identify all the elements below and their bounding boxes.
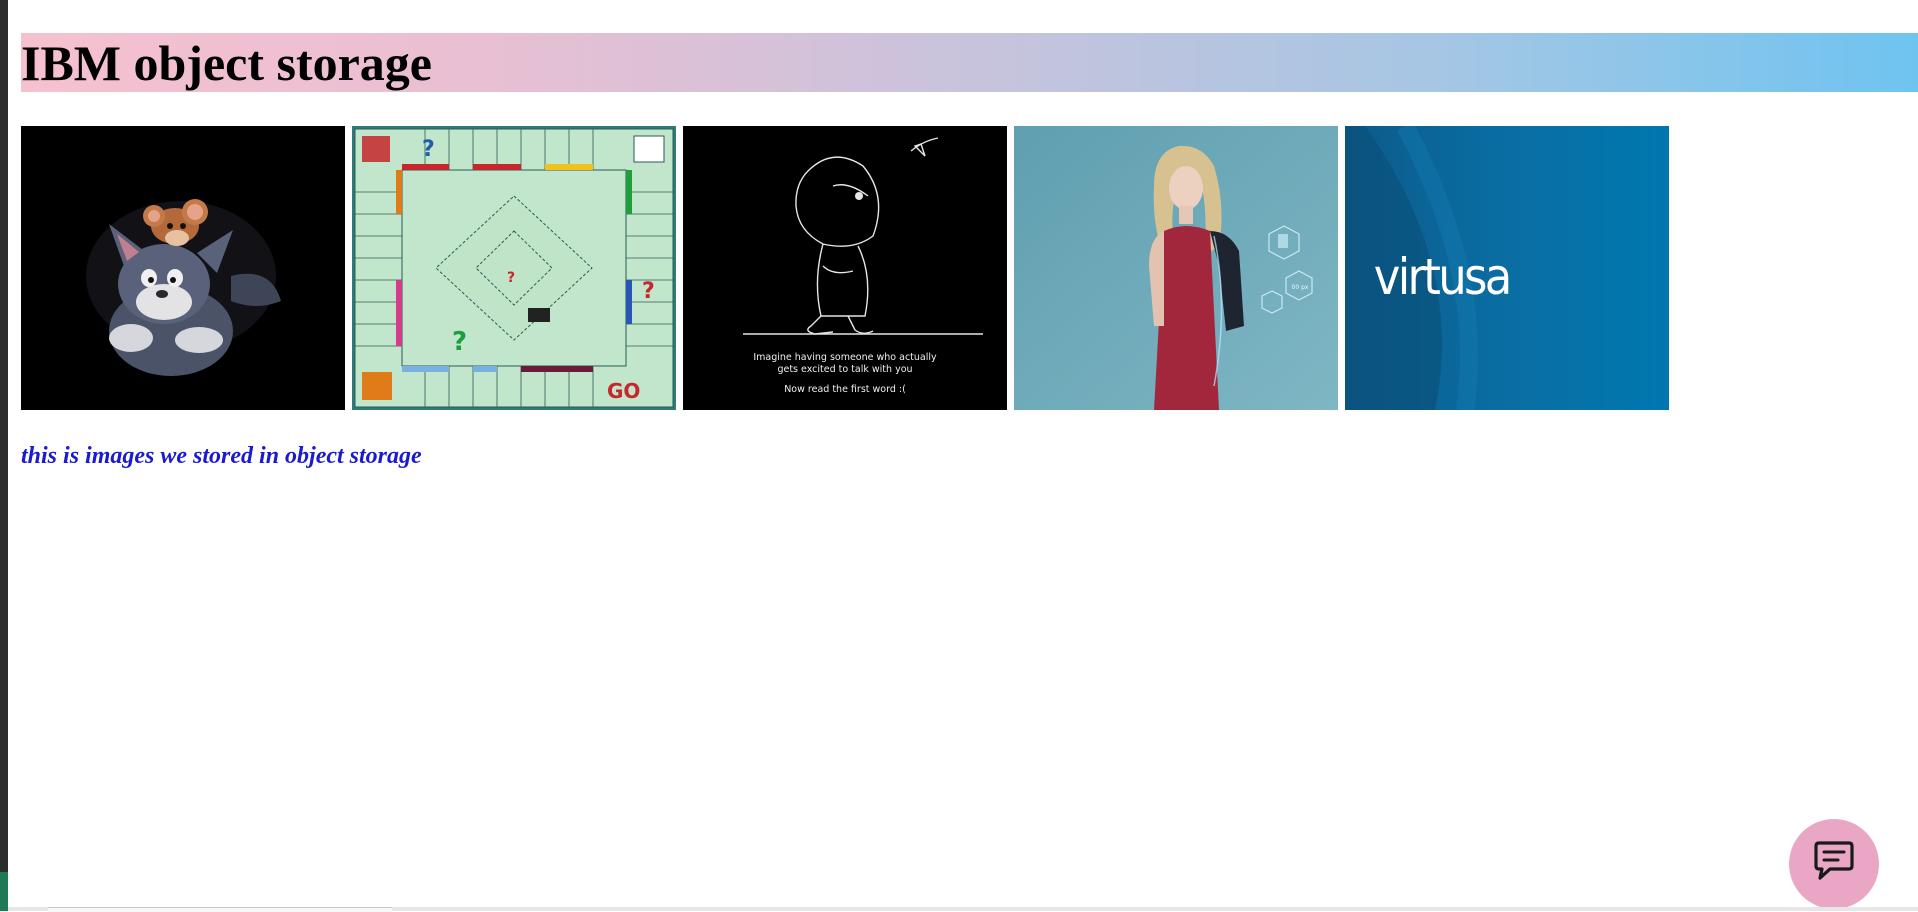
drawing-quote-line-3: Now read the first word :(	[784, 384, 906, 395]
svg-text:?: ?	[452, 327, 467, 357]
window-left-edge-accent	[0, 872, 8, 911]
svg-text:?: ?	[422, 137, 435, 162]
svg-text:?: ?	[642, 279, 655, 304]
drawing-quote-line-1: Imagine having someone who actually	[753, 352, 937, 363]
gallery-image-hooded-kid-drawing: Imagine having someone who actually gets…	[683, 126, 1007, 410]
virtusa-logo-text: virtusa	[1374, 249, 1510, 307]
gallery-image-virtusa-logo: virtusa	[1345, 126, 1669, 410]
svg-text:GO: GO	[607, 379, 640, 403]
gallery-caption: this is images we stored in object stora…	[21, 443, 422, 469]
page-title: IBM object storage	[21, 35, 432, 91]
gallery-image-monopoly-board: GO ? ? ? ?	[352, 126, 676, 410]
gallery-image-tom-and-jerry	[21, 126, 345, 410]
hologram-badge: 00 px	[1292, 284, 1309, 291]
bottom-tab-strip[interactable]	[48, 907, 392, 912]
window-left-edge	[0, 0, 8, 911]
chat-bubble-icon	[1810, 840, 1858, 889]
drawing-quote-line-2: gets excited to talk with you	[777, 364, 912, 375]
svg-text:?: ?	[507, 270, 515, 286]
gallery-image-woman-tech-portrait: 00 px	[1014, 126, 1338, 410]
chat-button[interactable]	[1789, 819, 1879, 909]
page-header-banner: IBM object storage	[21, 33, 1918, 92]
